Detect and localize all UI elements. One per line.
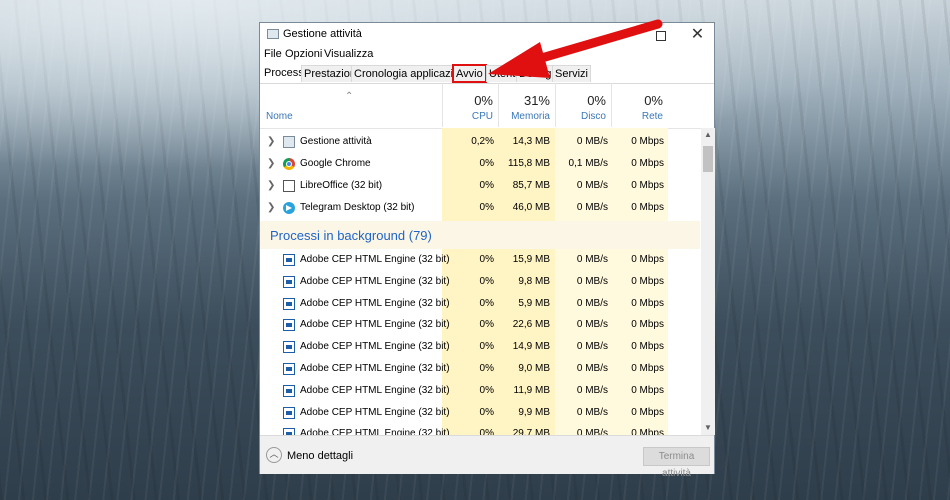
- red-annotation-arrow: [488, 19, 663, 78]
- arrow-head: [488, 42, 550, 78]
- arrow-shaft: [523, 19, 663, 67]
